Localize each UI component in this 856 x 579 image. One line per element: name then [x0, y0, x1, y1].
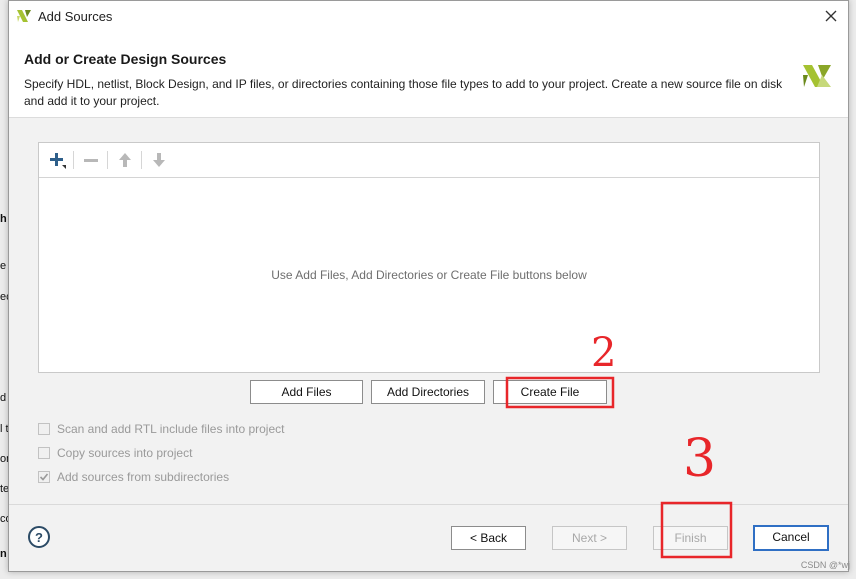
add-directories-button[interactable]: Add Directories — [371, 380, 485, 404]
close-icon[interactable] — [825, 10, 837, 22]
option-add-subdirectories: Add sources from subdirectories — [38, 468, 229, 486]
toolbar-separator — [141, 151, 142, 169]
add-files-button[interactable]: Add Files — [250, 380, 363, 404]
watermark: CSDN @*wj — [800, 560, 850, 570]
page-title: Add or Create Design Sources — [24, 51, 227, 67]
option-label: Add sources from subdirectories — [57, 470, 230, 484]
page-description: Specify HDL, netlist, Block Design, and … — [24, 77, 783, 108]
add-button[interactable] — [46, 150, 68, 170]
option-label: Scan and add RTL include files into proj… — [57, 422, 285, 436]
help-button[interactable]: ? — [28, 526, 50, 548]
checkmark-icon — [39, 473, 49, 481]
option-label: Copy sources into project — [57, 446, 193, 460]
add-sources-dialog: Add Sources Add or Create Design Sources… — [8, 0, 849, 572]
checkbox-checked — [38, 471, 50, 483]
next-button: Next > — [552, 526, 627, 550]
option-copy-sources: Copy sources into project — [38, 444, 192, 462]
source-file-list[interactable]: Use Add Files, Add Directories or Create… — [38, 142, 820, 373]
page-header: Add or Create Design Sources Specify HDL… — [9, 31, 848, 118]
option-scan-rtl: Scan and add RTL include files into proj… — [38, 420, 284, 438]
move-down-icon — [153, 153, 165, 167]
vivado-logo-icon — [803, 65, 831, 87]
add-icon[interactable] — [48, 151, 66, 169]
back-button[interactable]: < Back — [451, 526, 526, 550]
empty-list-message: Use Add Files, Add Directories or Create… — [271, 268, 587, 282]
background-text-fragment: e — [0, 260, 7, 272]
background-text-fragment: h — [0, 213, 7, 225]
checkbox — [38, 447, 50, 459]
finish-button: Finish — [653, 526, 728, 550]
title-bar: Add Sources — [9, 1, 848, 32]
checkbox — [38, 423, 50, 435]
vivado-logo-icon — [17, 10, 31, 22]
move-down-button — [148, 150, 170, 170]
footer-divider — [9, 504, 848, 505]
background-text-fragment: d — [0, 392, 7, 404]
cancel-button[interactable]: Cancel — [753, 525, 829, 551]
remove-button — [80, 150, 102, 170]
move-up-icon — [119, 153, 131, 167]
background-text-fragment: n — [0, 548, 7, 560]
remove-icon — [84, 159, 98, 162]
toolbar-separator — [107, 151, 108, 169]
create-file-button[interactable]: Create File — [493, 380, 607, 404]
file-list-toolbar — [39, 143, 819, 178]
toolbar-separator — [73, 151, 74, 169]
move-up-button — [114, 150, 136, 170]
window-title: Add Sources — [38, 9, 113, 24]
close-button[interactable] — [820, 5, 842, 27]
